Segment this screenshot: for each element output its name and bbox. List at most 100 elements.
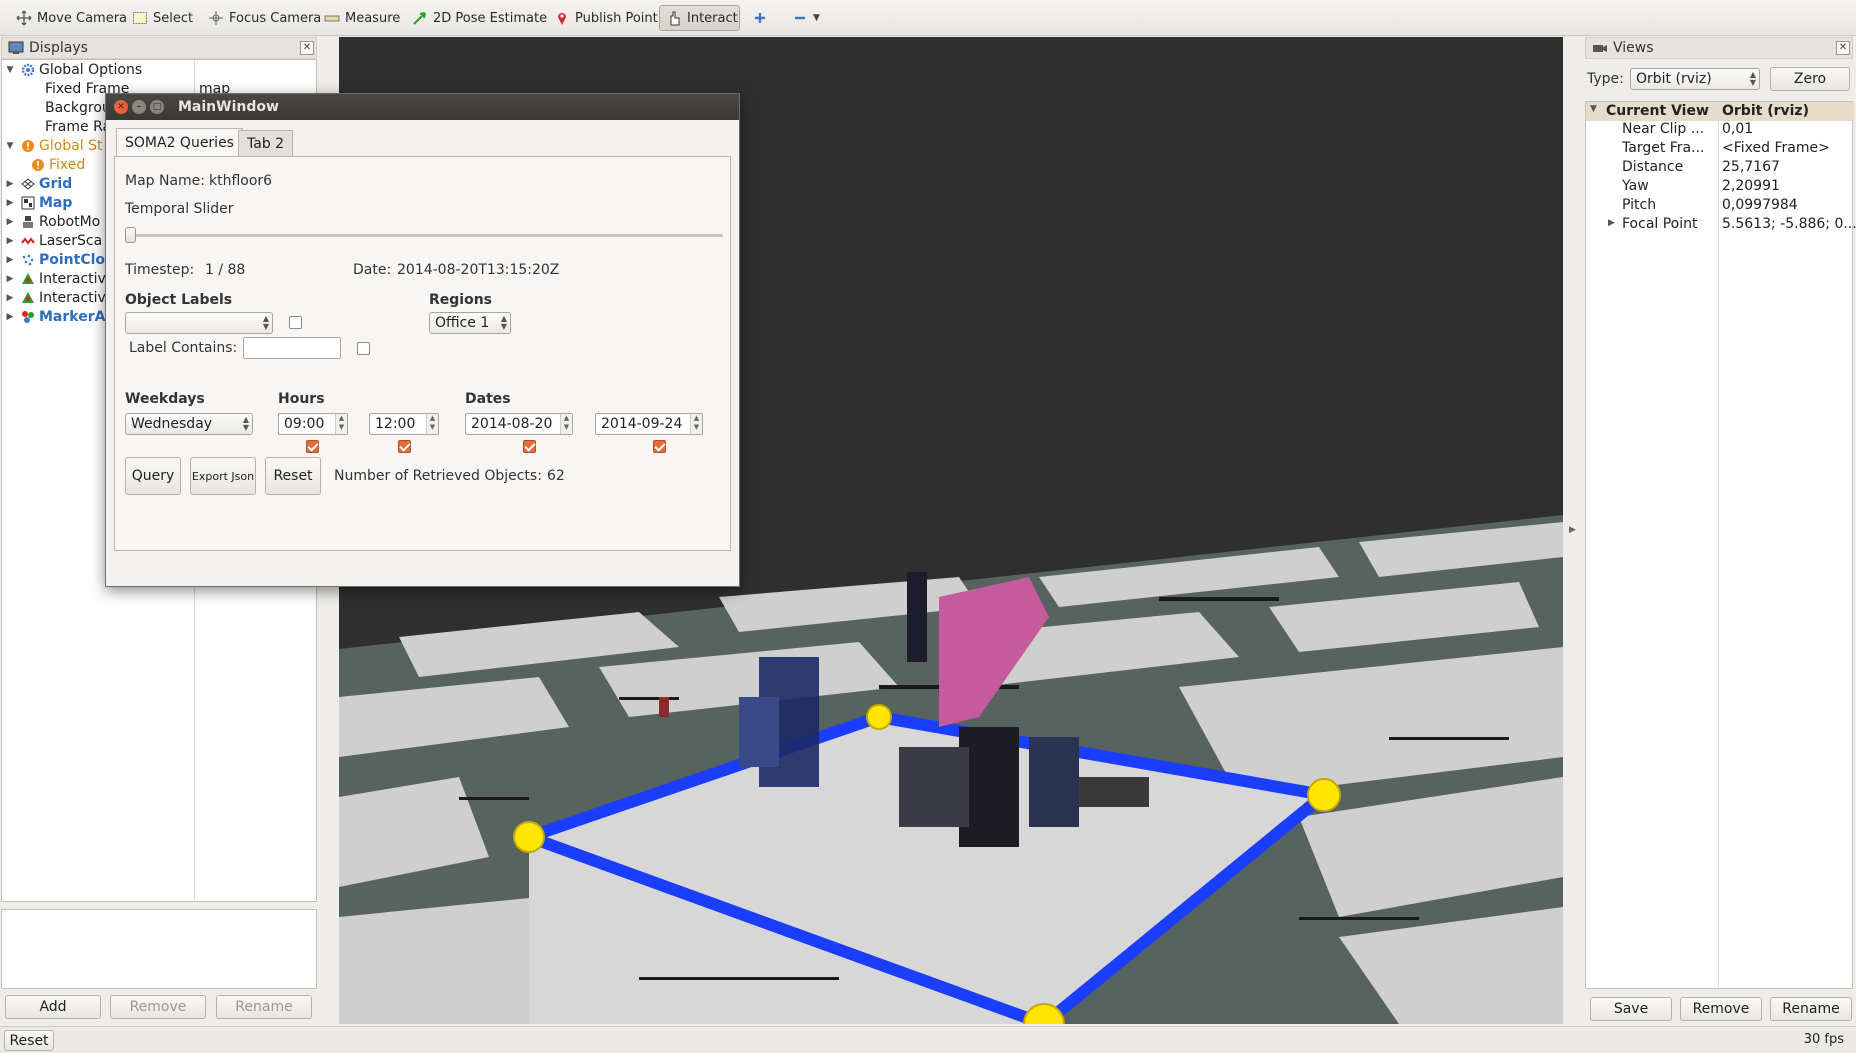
measure-tool[interactable]: Measure — [318, 5, 406, 31]
tree-item-map[interactable]: ▶ Map — [1, 193, 73, 212]
plus-icon — [752, 10, 768, 26]
tree-item-global-status[interactable]: ▼ Global St — [1, 136, 103, 155]
hour-start-spinbox[interactable]: 09:00 ▲ ▼ — [278, 413, 348, 435]
rename-display-button[interactable]: Rename — [216, 995, 312, 1019]
view-type-combo[interactable]: Orbit (rviz) ▲ ▼ — [1630, 68, 1760, 90]
save-view-button[interactable]: Save — [1590, 997, 1672, 1021]
hour-end-checkbox[interactable] — [398, 440, 411, 453]
tab-2[interactable]: Tab 2 — [238, 130, 294, 156]
spin-arrows-icon[interactable]: ▲ ▼ — [560, 414, 572, 434]
prop-row-near-clip[interactable]: Near Clip ... 0,01 — [1586, 121, 1852, 140]
reset-time-button[interactable]: Reset — [4, 1030, 54, 1051]
publish-point-tool[interactable]: Publish Point — [548, 5, 664, 31]
query-button[interactable]: Query — [125, 457, 181, 495]
grid-icon — [21, 177, 35, 191]
object-labels-checkbox[interactable] — [289, 316, 302, 329]
point-cloud-icon — [21, 253, 35, 267]
prop-row-target-frame[interactable]: Target Fra... <Fixed Frame> — [1586, 140, 1852, 159]
timestep-label: Timestep: — [125, 262, 195, 278]
tree-item-interactive-markers-2[interactable]: ▶ Interactiv — [1, 288, 106, 307]
prop-row-pitch[interactable]: Pitch 0,0997984 — [1586, 197, 1852, 216]
warning-icon — [31, 158, 45, 172]
tree-item-interactive-markers-1[interactable]: ▶ Interactiv — [1, 269, 106, 288]
label-contains-input[interactable] — [243, 337, 341, 359]
collapse-arrow-icon: ▶ — [1608, 218, 1615, 228]
add-tool-button[interactable] — [746, 5, 774, 31]
add-display-button[interactable]: Add — [5, 995, 101, 1019]
views-close-button[interactable]: ✕ — [1836, 41, 1850, 55]
move-camera-tool[interactable]: Move Camera — [10, 5, 133, 31]
status-bar: Reset 30 fps — [0, 1026, 1856, 1053]
regions-combo[interactable]: Office 1 ▲ ▼ — [429, 312, 511, 334]
reset-query-button[interactable]: Reset — [265, 457, 321, 495]
remove-tool-button[interactable]: ▼ — [786, 5, 826, 31]
remove-display-button[interactable]: Remove — [110, 995, 206, 1019]
tree-item-laser-scan[interactable]: ▶ LaserSca — [1, 231, 103, 250]
rename-view-button[interactable]: Rename — [1770, 997, 1852, 1021]
focus-camera-tool[interactable]: Focus Camera — [202, 5, 327, 31]
zero-view-button[interactable]: Zero — [1770, 67, 1850, 91]
property-column-divider — [1718, 102, 1719, 990]
expand-arrow-icon: ▼ — [6, 140, 14, 151]
date-end-checkbox[interactable] — [653, 440, 666, 453]
label-contains-checkbox[interactable] — [357, 342, 370, 355]
spin-arrows-icon[interactable]: ▲ ▼ — [335, 414, 347, 434]
weekday-combo[interactable]: Wednesday ▲ ▼ — [125, 413, 253, 435]
displays-title: Displays — [29, 40, 88, 56]
window-close-icon[interactable]: ✕ — [114, 100, 128, 114]
dates-header: Dates — [465, 391, 511, 407]
dock-splitter-arrow-icon[interactable]: ▶ — [1569, 525, 1576, 535]
tree-item-robot-model[interactable]: ▶ RobotMo — [1, 212, 101, 231]
hour-end-spinbox[interactable]: 12:00 ▲ ▼ — [369, 413, 439, 435]
tree-item-background[interactable]: Backgrou — [45, 98, 111, 117]
tree-item-marker-array[interactable]: ▶ MarkerA — [1, 307, 106, 326]
window-minimize-icon[interactable]: – — [132, 100, 146, 114]
object-labels-combo[interactable]: ▲ ▼ — [125, 312, 273, 334]
mainwindow-titlebar: ✕ – □ MainWindow — [106, 94, 739, 120]
date-end-spinbox[interactable]: 2014-09-24 ▲ ▼ — [595, 413, 703, 435]
tree-item-point-cloud[interactable]: ▶ PointClo — [1, 250, 106, 269]
select-tool[interactable]: Select — [126, 5, 199, 31]
remove-view-button[interactable]: Remove — [1680, 997, 1762, 1021]
views-panel-title: Views ✕ — [1585, 37, 1853, 59]
hours-header: Hours — [278, 391, 325, 407]
spin-arrows-icon[interactable]: ▲ ▼ — [690, 414, 702, 434]
combo-arrows-icon: ▲ ▼ — [1749, 70, 1756, 87]
display-description-box — [1, 909, 317, 989]
monitor-icon — [8, 40, 24, 56]
measure-label: Measure — [345, 10, 401, 26]
date-start-spinbox[interactable]: 2014-08-20 ▲ ▼ — [465, 413, 573, 435]
displays-panel-title: Displays ✕ — [1, 37, 317, 59]
map-name-label: Map Name: — [125, 173, 206, 189]
spin-arrows-icon[interactable]: ▲ ▼ — [426, 414, 438, 434]
date-value: 2014-08-20T13:15:20Z — [397, 262, 560, 278]
displays-close-button[interactable]: ✕ — [300, 41, 314, 55]
tree-item-frame-rate[interactable]: Frame Ra — [45, 117, 111, 136]
label-contains-label: Label Contains: — [129, 340, 238, 356]
prop-row-yaw[interactable]: Yaw 2,20991 — [1586, 178, 1852, 197]
map-name-value: kthfloor6 — [209, 173, 273, 189]
collapse-arrow-icon: ▶ — [6, 311, 14, 322]
warning-icon — [21, 139, 35, 153]
date-start-checkbox[interactable] — [523, 440, 536, 453]
prop-row-focal-point[interactable]: ▶ Focal Point 5.5613; -5.886; 0.... — [1586, 216, 1856, 235]
pose-estimate-tool[interactable]: 2D Pose Estimate — [406, 5, 553, 31]
move-camera-icon — [16, 10, 32, 26]
tree-item-fixed-status[interactable]: Fixed — [25, 155, 85, 174]
temporal-slider-handle[interactable] — [125, 227, 136, 243]
temporal-slider-track[interactable] — [127, 234, 723, 237]
window-maximize-icon[interactable]: □ — [150, 100, 164, 114]
camera-icon — [1592, 40, 1608, 56]
export-json-button[interactable]: Export Json — [190, 457, 256, 495]
tree-item-grid[interactable]: ▶ Grid — [1, 174, 73, 193]
prop-row-distance[interactable]: Distance 25,7167 — [1586, 159, 1852, 178]
minus-icon — [792, 10, 808, 26]
collapse-arrow-icon: ▶ — [6, 292, 14, 303]
hour-start-checkbox[interactable] — [306, 440, 319, 453]
interact-tool[interactable]: Interact — [659, 5, 740, 31]
tab-soma2-queries[interactable]: SOMA2 Queries — [116, 128, 243, 156]
tree-item-global-options[interactable]: ▼ Global Options — [1, 60, 143, 79]
current-view-row[interactable]: ▼ Current View Orbit (rviz) — [1586, 102, 1854, 121]
marker-array-icon — [21, 310, 35, 324]
current-view-value: Orbit (rviz) — [1722, 103, 1809, 119]
